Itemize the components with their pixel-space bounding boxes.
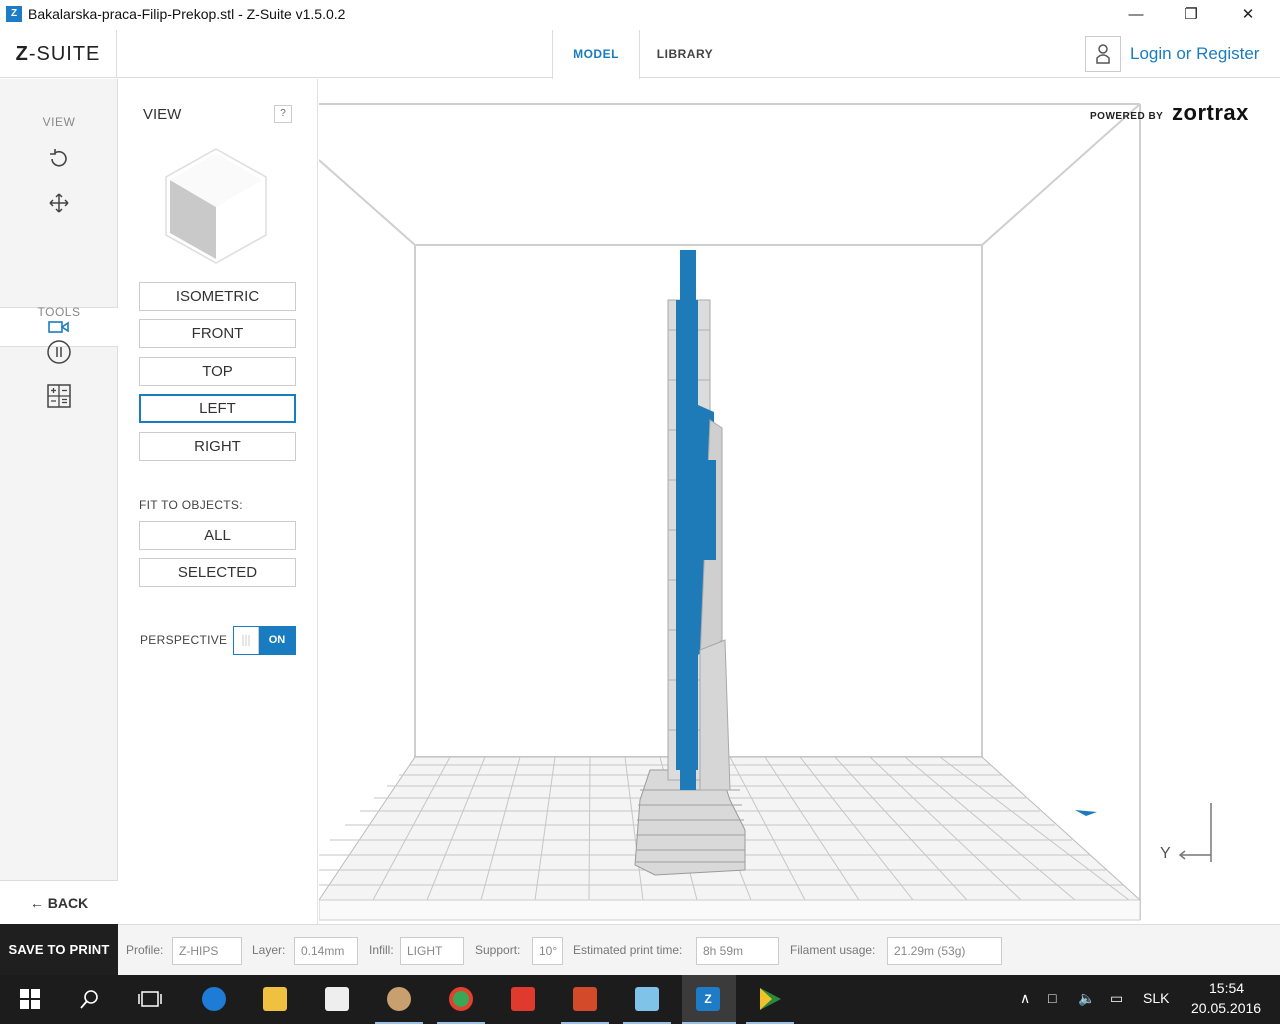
window-title: Bakalarska-praca-Filip-Prekop.stl - Z-Su… [28, 6, 346, 22]
paint-icon[interactable] [375, 975, 423, 1024]
support-label: Support: [475, 943, 521, 957]
close-icon[interactable]: ✕ [1225, 0, 1271, 30]
user-icon[interactable] [1085, 36, 1121, 72]
maximize-icon[interactable]: ❐ [1168, 0, 1214, 30]
left-view-button[interactable]: LEFT [139, 394, 296, 423]
chrome-icon[interactable] [437, 975, 485, 1024]
clock-time[interactable]: 15:54 [1209, 980, 1244, 996]
3d-model [634, 250, 746, 876]
file-explorer-icon[interactable] [251, 975, 299, 1024]
front-view-button[interactable]: FRONT [139, 319, 296, 348]
filament-label: Filament usage: [790, 943, 876, 957]
pause-icon[interactable] [0, 339, 118, 371]
fit-to-objects-label: FIT TO OBJECTS: [139, 498, 243, 512]
powered-by-label: POWERED BY [1090, 111, 1164, 122]
tab-model[interactable]: MODEL [552, 30, 640, 79]
zortrax-logo: zortrax [1172, 100, 1249, 125]
rotate-icon[interactable] [0, 147, 118, 177]
task-view-icon[interactable] [126, 975, 174, 1024]
back-button[interactable]: ← BACK [0, 880, 118, 924]
login-register-link[interactable]: Login or Register [1130, 44, 1259, 64]
app-icon-glass[interactable] [623, 975, 671, 1024]
media-player-icon[interactable] [746, 975, 794, 1024]
tray-chevron-icon[interactable]: ∧ [1020, 990, 1030, 1007]
save-to-print-button[interactable]: SAVE TO PRINT [0, 924, 118, 975]
tools-section-label: TOOLS [37, 305, 81, 319]
notifications-icon[interactable]: ▭ [1110, 990, 1123, 1007]
top-view-button[interactable]: TOP [139, 357, 296, 386]
title-bar: Z Bakalarska-praca-Filip-Prekop.stl - Z-… [0, 0, 1280, 30]
profile-label: Profile: [126, 943, 164, 957]
camera-marker [1075, 810, 1097, 816]
right-view-button[interactable]: RIGHT [139, 432, 296, 461]
print-time-label: Estimated print time: [573, 943, 683, 957]
toggle-knob [234, 627, 259, 654]
calculator-icon[interactable] [0, 383, 118, 415]
isometric-view-button[interactable]: ISOMETRIC [139, 282, 296, 311]
side-toolbar: VIEW TOOLS [0, 79, 118, 924]
profile-field[interactable]: Z-HIPS [172, 937, 242, 965]
perspective-label: PERSPECTIVE [140, 633, 228, 647]
support-field[interactable]: 10° [532, 937, 563, 965]
edge-icon[interactable] [190, 975, 238, 1024]
help-button[interactable]: ? [274, 105, 292, 123]
clock-date[interactable]: 20.05.2016 [1191, 1000, 1261, 1016]
3d-viewport[interactable]: Y [319, 79, 1280, 924]
windows-start-icon[interactable] [6, 975, 54, 1024]
zsuite-logo: Z-SUITE [0, 30, 117, 78]
infill-field[interactable]: LIGHT [400, 937, 464, 965]
network-icon[interactable]: □ [1048, 990, 1056, 1006]
axis-indicator [1178, 803, 1212, 862]
y-axis-label: Y [1160, 845, 1171, 862]
panel-title: VIEW [143, 106, 182, 123]
minimize-icon[interactable]: — [1113, 0, 1159, 30]
store-icon[interactable] [313, 975, 361, 1024]
tab-library[interactable]: LIBRARY [640, 30, 730, 78]
language-indicator[interactable]: SLK [1143, 990, 1169, 1006]
zsuite-taskbar-icon[interactable]: Z [682, 975, 736, 1024]
infill-label: Infill: [369, 943, 394, 957]
layer-field[interactable]: 0.14mm [294, 937, 358, 965]
reader-icon[interactable] [499, 975, 547, 1024]
fit-all-button[interactable]: ALL [139, 521, 296, 550]
move-icon[interactable] [0, 191, 118, 221]
toggle-state: ON [259, 627, 295, 654]
app-icon: Z [6, 6, 22, 22]
search-icon[interactable] [66, 975, 114, 1024]
print-time-value: 8h 59m [696, 937, 779, 965]
view-section-label: VIEW [42, 115, 76, 129]
filament-value: 21.29m (53g) [887, 937, 1002, 965]
view-cube-icon[interactable] [160, 145, 272, 267]
perspective-toggle[interactable]: ON [233, 626, 296, 655]
fit-selected-button[interactable]: SELECTED [139, 558, 296, 587]
layer-label: Layer: [252, 943, 286, 957]
app-icon-red[interactable] [561, 975, 609, 1024]
volume-icon[interactable]: 🔈 [1078, 990, 1095, 1007]
app-header: Z-SUITE MODEL LIBRARY Login or Register [0, 30, 1280, 79]
